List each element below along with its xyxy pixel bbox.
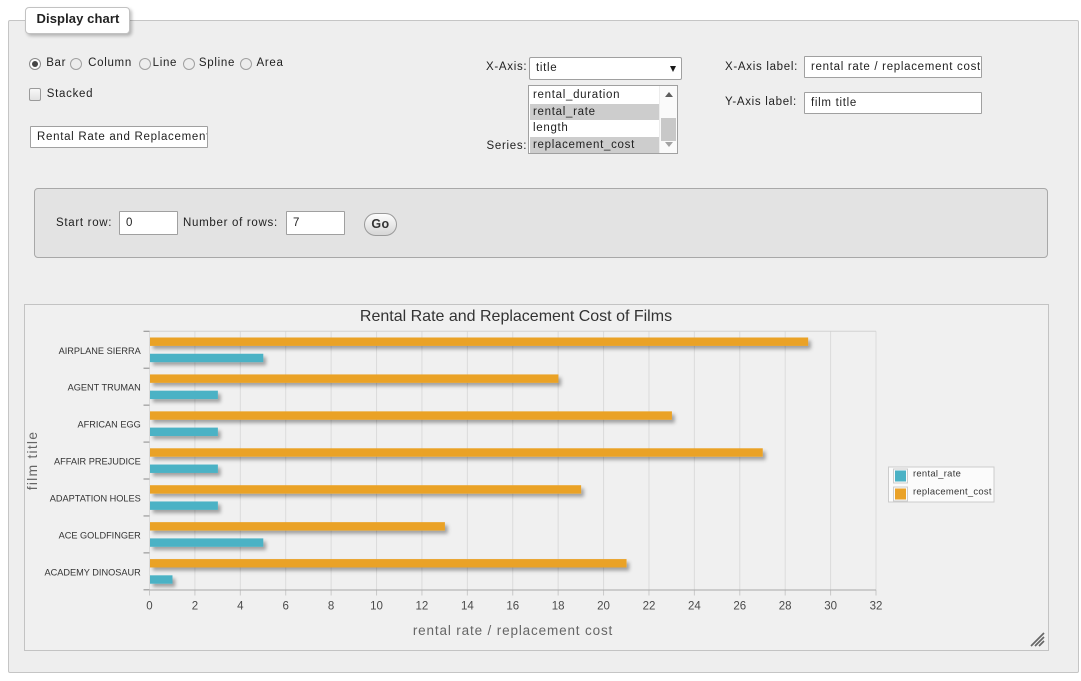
svg-text:film title: film title [24,431,40,490]
svg-text:rental rate / replacement cost: rental rate / replacement cost [413,623,613,638]
svg-text:30: 30 [824,601,837,613]
svg-text:6: 6 [283,601,289,613]
svg-text:16: 16 [506,601,519,613]
svg-text:10: 10 [370,601,383,613]
svg-text:22: 22 [643,601,656,613]
svg-text:ACE GOLDFINGER: ACE GOLDFINGER [59,530,142,540]
svg-text:replacement_cost: replacement_cost [913,486,992,497]
svg-text:2: 2 [192,601,198,613]
svg-text:rental_rate: rental_rate [913,468,961,479]
svg-text:ADAPTATION HOLES: ADAPTATION HOLES [50,493,141,503]
svg-text:28: 28 [779,601,792,613]
svg-text:ACADEMY DINOSAUR: ACADEMY DINOSAUR [44,567,141,577]
svg-text:Rental Rate and Replacement Co: Rental Rate and Replacement Cost of Film… [360,308,672,325]
svg-text:AGENT TRUMAN: AGENT TRUMAN [68,383,141,393]
svg-text:AFFAIR PREJUDICE: AFFAIR PREJUDICE [54,457,141,467]
svg-text:26: 26 [733,601,746,613]
svg-text:14: 14 [461,601,474,613]
svg-text:24: 24 [688,601,701,613]
svg-text:0: 0 [146,601,152,613]
svg-text:20: 20 [597,601,610,613]
svg-text:AFRICAN EGG: AFRICAN EGG [77,420,140,430]
svg-text:8: 8 [328,601,334,613]
svg-text:AIRPLANE SIERRA: AIRPLANE SIERRA [59,346,142,356]
svg-text:12: 12 [416,601,429,613]
svg-text:18: 18 [552,601,565,613]
svg-text:32: 32 [870,601,883,613]
svg-text:4: 4 [237,601,244,613]
